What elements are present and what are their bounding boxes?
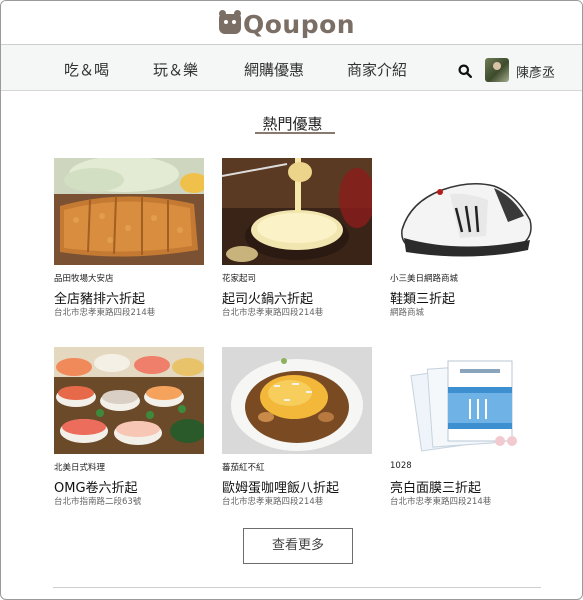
deal-card[interactable]: 品田牧場大安店 全店豬排六折起 台北市忠孝東路四段214巷 [54, 158, 206, 323]
bear-logo-icon [219, 10, 241, 34]
deal-store-name: 品田牧場大安店 [54, 274, 114, 284]
nav-item-online-deals[interactable]: 網購優惠 [244, 59, 304, 80]
logo-text: Qoupon [243, 9, 356, 39]
deal-title[interactable]: 全店豬排六折起 [54, 288, 145, 307]
page-frame: Qoupon 吃＆喝 玩＆樂 網購優惠 商家介紹 陳彥丞 熱門優惠 品田牧場大安… [0, 0, 583, 600]
pork-cutlet-image[interactable] [54, 158, 204, 265]
deal-address: 台北市忠孝東路四段214巷 [222, 497, 324, 507]
deal-address: 台北市忠孝東路四段214巷 [390, 497, 492, 507]
cheese-fondue-image[interactable] [222, 158, 372, 265]
section-title: 熱門優惠 [262, 115, 323, 133]
sushi-platter-image[interactable] [54, 347, 204, 454]
view-more-button[interactable]: 查看更多 [243, 528, 353, 564]
brand-logo[interactable]: Qoupon [219, 9, 355, 39]
deal-title[interactable]: 歐姆蛋咖哩飯八折起 [222, 477, 339, 496]
sneaker-image[interactable] [390, 158, 540, 265]
deal-card[interactable]: 北美日式料理 OMG卷六折起 台北市指南路二段63號 [54, 347, 206, 512]
deal-store-name: 小三美日網路商城 [390, 274, 459, 284]
deal-title[interactable]: OMG卷六折起 [54, 477, 138, 496]
deal-title[interactable]: 鞋類三折起 [390, 288, 455, 307]
title-underline [255, 132, 335, 134]
top-header: Qoupon [1, 1, 582, 45]
user-name[interactable]: 陳彥丞 [516, 62, 555, 81]
deal-title[interactable]: 亮白面膜三折起 [390, 477, 481, 496]
nav-item-play-fun[interactable]: 玩＆樂 [153, 59, 198, 80]
deal-card[interactable]: 花家起司 起司火鍋六折起 台北市忠孝東路四段214巷 [222, 158, 374, 323]
deal-store-name: 1028 [390, 461, 412, 471]
deal-store-name: 北美日式料理 [54, 463, 106, 473]
deal-card[interactable]: 小三美日網路商城 鞋類三折起 網路商城 [390, 158, 542, 323]
deal-card[interactable]: 1028 亮白面膜三折起 台北市忠孝東路四段214巷 [390, 347, 542, 512]
search-icon[interactable] [458, 64, 472, 78]
footer-divider [53, 587, 541, 588]
deal-store-name: 花家起司 [222, 274, 257, 284]
deal-store-name: 蕃茄紅不紅 [222, 463, 265, 473]
avatar[interactable] [485, 58, 509, 82]
omelette-curry-image[interactable] [222, 347, 372, 454]
deal-card[interactable]: 蕃茄紅不紅 歐姆蛋咖哩飯八折起 台北市忠孝東路四段214巷 [222, 347, 374, 512]
deal-title[interactable]: 起司火鍋六折起 [222, 288, 313, 307]
deal-address: 台北市指南路二段63號 [54, 497, 142, 507]
nav-item-eat-drink[interactable]: 吃＆喝 [64, 59, 109, 80]
deal-address: 台北市忠孝東路四段214巷 [54, 308, 156, 318]
face-mask-image[interactable] [390, 347, 540, 454]
deal-address: 網路商城 [390, 308, 425, 318]
nav-item-merchants[interactable]: 商家介紹 [347, 59, 407, 80]
deal-address: 台北市忠孝東路四段214巷 [222, 308, 324, 318]
